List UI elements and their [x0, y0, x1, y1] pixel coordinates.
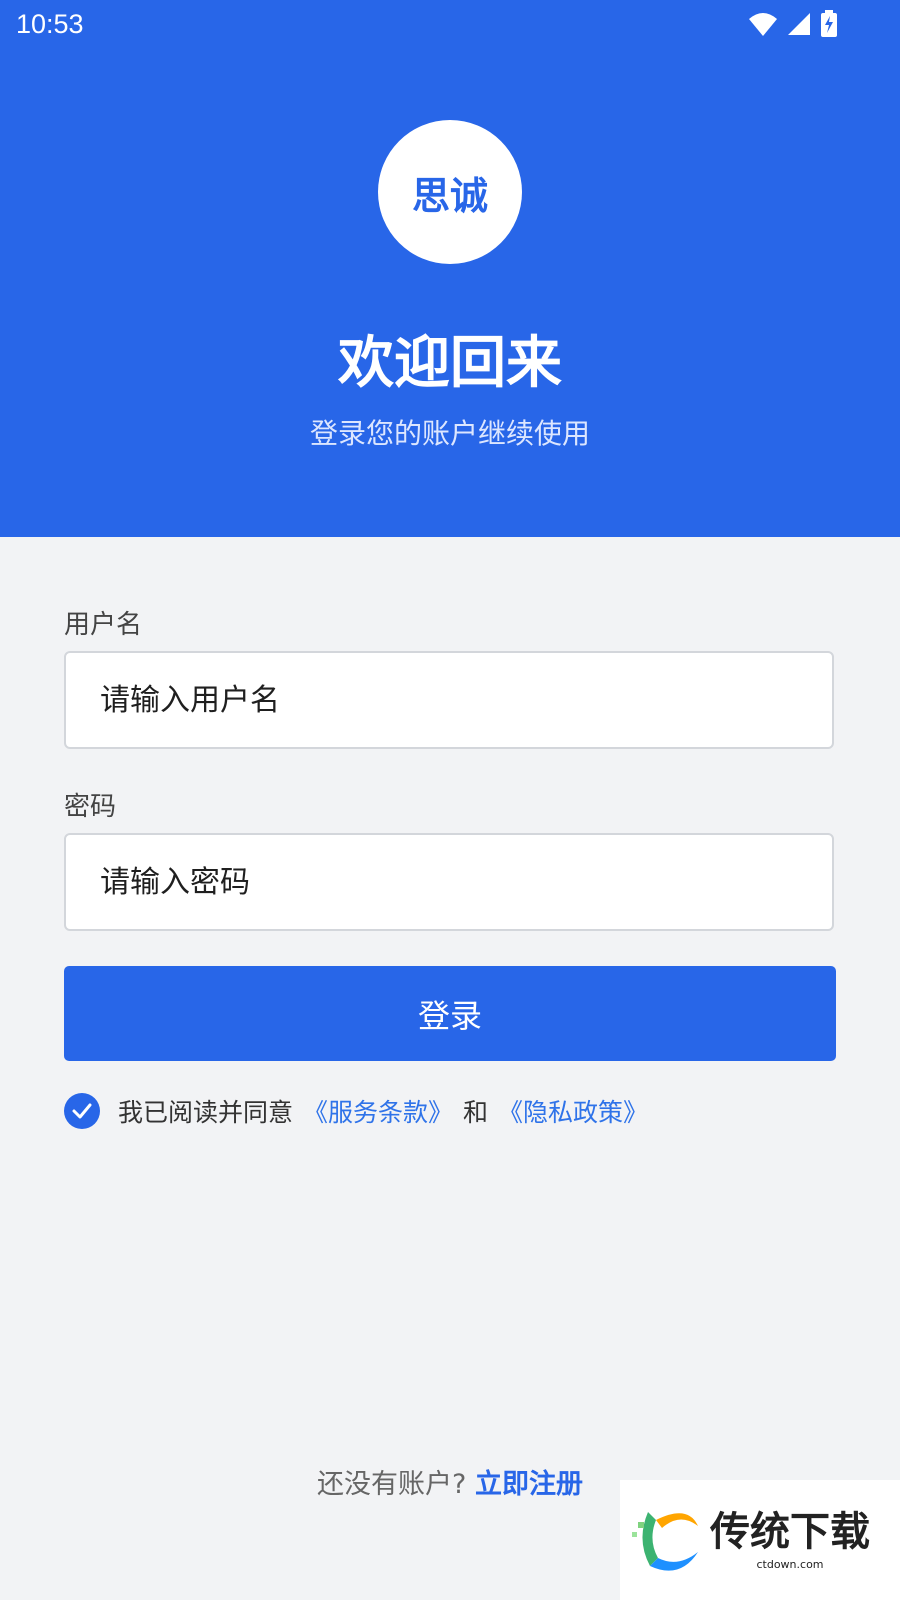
terms-link[interactable]: 《服务条款》 [303, 1093, 453, 1129]
watermark-text: 传统下载 [710, 1508, 870, 1555]
check-icon [72, 1103, 92, 1119]
agreement-text: 我已阅读并同意 [118, 1098, 294, 1127]
privacy-link[interactable]: 《隐私政策》 [498, 1093, 648, 1129]
watermark-logo-icon [632, 1512, 698, 1571]
logo-text: 思诚 [411, 173, 488, 218]
page-title: 欢迎回来 [338, 331, 562, 396]
app-logo: 思诚 [378, 120, 522, 264]
status-bar: 10:53 [0, 0, 900, 52]
password-input[interactable] [64, 833, 834, 931]
page-subtitle: 登录您的账户继续使用 [309, 417, 590, 450]
header-banner: 10:53 思诚 欢迎回来 登录您的账户继续使用 [0, 0, 900, 537]
agreement-row: 我已阅读并同意 《服务条款》 和 《隐私政策》 [64, 1092, 648, 1130]
status-icons [748, 10, 838, 38]
watermark: 传统下载 ctdown.com [620, 1480, 900, 1600]
agreement-checkbox[interactable] [64, 1093, 100, 1129]
register-link[interactable]: 立即注册 [475, 1469, 583, 1500]
watermark-url: ctdown.com [756, 1557, 824, 1571]
username-input[interactable] [64, 651, 834, 749]
agreement-and: 和 [463, 1098, 489, 1127]
wifi-icon [749, 13, 777, 36]
signal-icon [788, 13, 810, 35]
status-time: 10:53 [16, 9, 84, 39]
battery-icon [821, 10, 837, 37]
login-button[interactable]: 登录 [64, 966, 836, 1061]
password-label: 密码 [64, 792, 117, 822]
register-prompt: 还没有账户? [317, 1469, 467, 1500]
username-label: 用户名 [64, 610, 143, 640]
